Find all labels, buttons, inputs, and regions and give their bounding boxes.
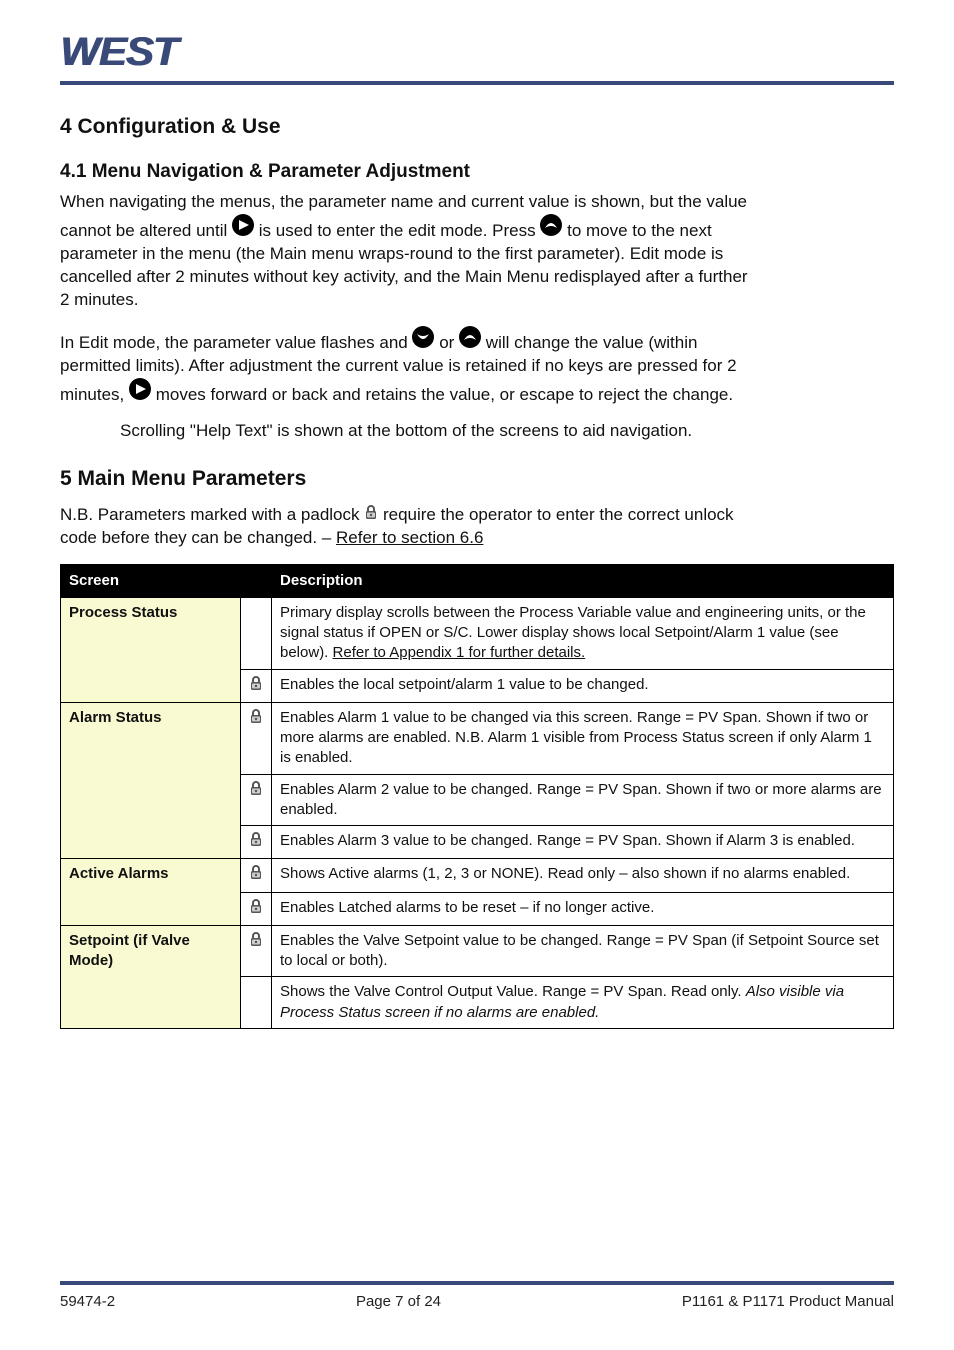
col-screen: Screen bbox=[61, 564, 241, 597]
nav-text: When navigating the menus, the parameter… bbox=[60, 192, 747, 211]
col-lock bbox=[241, 564, 272, 597]
page-footer: 59474-2 Page 7 of 24 P1161 & P1171 Produ… bbox=[60, 1281, 894, 1310]
help-text-note: Scrolling "Help Text" is shown at the bo… bbox=[120, 420, 894, 443]
heading-menu-nav: 4.1 Menu Navigation & Parameter Adjustme… bbox=[60, 159, 894, 185]
lock-cell bbox=[241, 826, 272, 859]
intro-text: code before they can be changed. – bbox=[60, 528, 336, 547]
enter-icon bbox=[129, 378, 151, 400]
heading-main-menu-params: 5 Main Menu Parameters bbox=[60, 465, 894, 493]
footer-page-number: Page 7 of 24 bbox=[356, 1293, 441, 1310]
nav-text: or bbox=[439, 333, 459, 352]
table-row: Alarm Status Enables Alarm 1 value to be… bbox=[61, 702, 894, 774]
nav-paragraph: When navigating the menus, the parameter… bbox=[60, 191, 894, 312]
table-row: Active Alarms Shows Active alarms (1, 2,… bbox=[61, 859, 894, 892]
screen-cell: Setpoint (if Valve Mode) bbox=[61, 925, 241, 1028]
enter-icon bbox=[232, 214, 254, 236]
desc-text: Shows the Valve Control Output Value. Ra… bbox=[280, 983, 746, 1000]
screen-cell: Active Alarms bbox=[61, 859, 241, 926]
footer-doc-title: P1161 & P1171 Product Manual bbox=[682, 1293, 894, 1310]
lock-icon bbox=[249, 898, 263, 914]
nav-text: minutes, bbox=[60, 385, 129, 404]
screen-cell: Process Status bbox=[61, 597, 241, 702]
nav-text: cancelled after 2 minutes without key ac… bbox=[60, 267, 748, 286]
desc-cell: Enables Alarm 1 value to be changed via … bbox=[272, 702, 894, 774]
desc-link[interactable]: Refer to Appendix 1 for further details. bbox=[333, 644, 586, 661]
footer-rule bbox=[60, 1281, 894, 1285]
table-row: Setpoint (if Valve Mode) Enables the Val… bbox=[61, 925, 894, 977]
parameters-table: Screen Description Process Status Primar… bbox=[60, 564, 894, 1029]
lock-cell bbox=[241, 669, 272, 702]
col-description: Description bbox=[272, 564, 894, 597]
intro-text: N.B. Parameters marked with a padlock bbox=[60, 505, 364, 524]
table-header-row: Screen Description bbox=[61, 564, 894, 597]
lock-cell bbox=[241, 925, 272, 977]
desc-cell: Enables the local setpoint/alarm 1 value… bbox=[272, 669, 894, 702]
lock-cell bbox=[241, 977, 272, 1029]
brand-logo: WEST bbox=[60, 30, 936, 75]
desc-cell: Primary display scrolls between the Proc… bbox=[272, 597, 894, 669]
lock-icon bbox=[364, 504, 378, 520]
table-row: Process Status Primary display scrolls b… bbox=[61, 597, 894, 669]
nav-text: In Edit mode, the parameter value flashe… bbox=[60, 333, 412, 352]
nav-text: parameter in the menu (the Main menu wra… bbox=[60, 244, 723, 263]
desc-cell: Enables the Valve Setpoint value to be c… bbox=[272, 925, 894, 977]
screen-cell: Alarm Status bbox=[61, 702, 241, 859]
nav-text: will change the value (within bbox=[486, 333, 698, 352]
desc-cell: Enables Alarm 3 value to be changed. Ran… bbox=[272, 826, 894, 859]
lock-cell bbox=[241, 774, 272, 826]
lock-icon bbox=[249, 831, 263, 847]
nav-text: is used to enter the edit mode. Press bbox=[259, 221, 541, 240]
desc-cell: Shows Active alarms (1, 2, 3 or NONE). R… bbox=[272, 859, 894, 892]
nav-text: to move to the next bbox=[567, 221, 712, 240]
nav-text: cannot be altered until bbox=[60, 221, 232, 240]
lock-cell bbox=[241, 859, 272, 892]
lock-icon bbox=[249, 931, 263, 947]
nav-text: moves forward or back and retains the va… bbox=[156, 385, 733, 404]
lock-icon bbox=[249, 864, 263, 880]
desc-cell: Enables Alarm 2 value to be changed. Ran… bbox=[272, 774, 894, 826]
nav-text: permitted limits). After adjustment the … bbox=[60, 356, 737, 375]
up-icon bbox=[459, 326, 481, 348]
lock-cell bbox=[241, 892, 272, 925]
desc-cell: Enables Latched alarms to be reset – if … bbox=[272, 892, 894, 925]
intro-text: require the operator to enter the correc… bbox=[383, 505, 734, 524]
lock-cell bbox=[241, 702, 272, 774]
desc-cell: Shows the Valve Control Output Value. Ra… bbox=[272, 977, 894, 1029]
up-icon bbox=[540, 214, 562, 236]
lock-icon bbox=[249, 708, 263, 724]
lock-icon bbox=[249, 675, 263, 691]
intro-link[interactable]: Refer to section 6.6 bbox=[336, 528, 483, 547]
body-content: 4 Configuration & Use 4.1 Menu Navigatio… bbox=[60, 85, 894, 1029]
down-icon bbox=[412, 326, 434, 348]
nav-paragraph-2: In Edit mode, the parameter value flashe… bbox=[60, 326, 894, 407]
footer-doc-id: 59474-2 bbox=[60, 1293, 115, 1310]
lock-icon bbox=[249, 780, 263, 796]
nav-text: 2 minutes. bbox=[60, 290, 138, 309]
heading-configuration: 4 Configuration & Use bbox=[60, 113, 894, 141]
lock-cell bbox=[241, 597, 272, 669]
section5-intro: N.B. Parameters marked with a padlock re… bbox=[60, 504, 894, 550]
